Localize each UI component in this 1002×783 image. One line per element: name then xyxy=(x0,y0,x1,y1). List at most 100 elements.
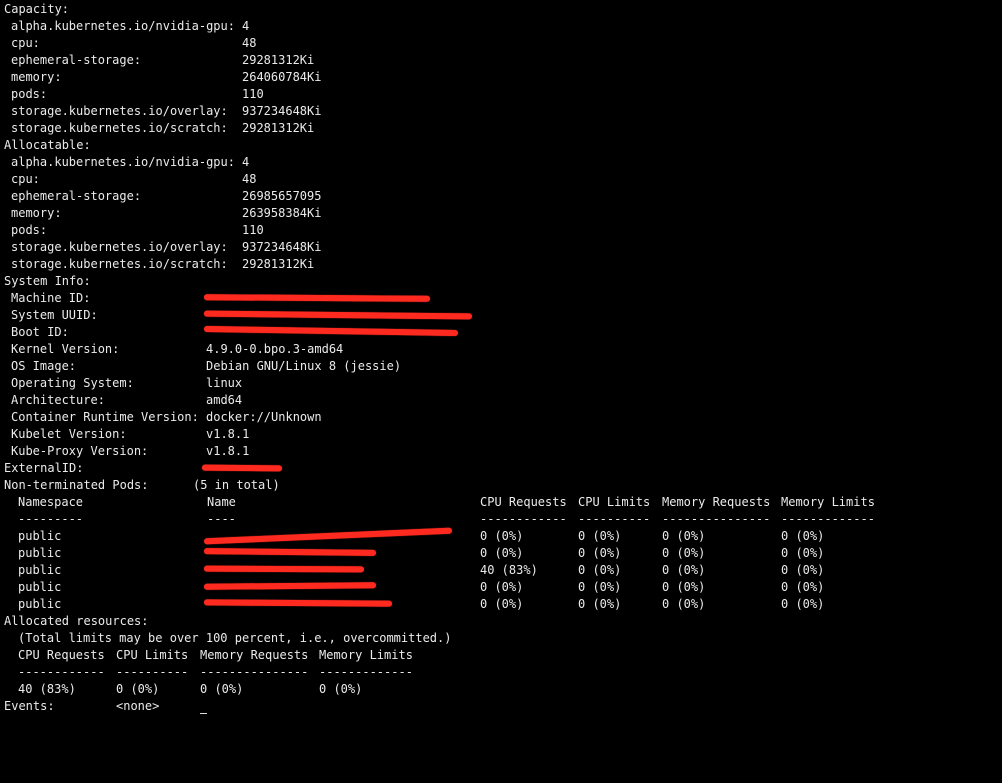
capacity-key: storage.kubernetes.io/scratch: xyxy=(11,121,228,135)
column-underline: ------------- xyxy=(781,512,875,526)
capacity-value: 29281312Ki xyxy=(242,121,315,135)
system-info-value: 4.9.0-0.bpo.3-amd64 xyxy=(206,342,344,356)
redaction-mark xyxy=(203,527,453,545)
pod-memory-requests: 0 (0%) xyxy=(662,580,706,594)
capacity-title: Capacity: xyxy=(4,2,70,16)
column-underline: ------------ xyxy=(18,665,105,679)
allocatable-key: cpu: xyxy=(11,172,40,186)
system-info-key: Container Runtime Version: xyxy=(11,410,199,424)
pod-cpu-requests: 40 (83%) xyxy=(480,563,538,577)
pod-namespace: public xyxy=(18,563,62,577)
pod-cpu-requests: 0 (0%) xyxy=(480,546,524,560)
pod-cpu-requests: 0 (0%) xyxy=(480,529,524,543)
system-info-value: v1.8.1 xyxy=(206,427,250,441)
system-info-value: Debian GNU/Linux 8 (jessie) xyxy=(206,359,402,373)
allocated-cpu-requests: 40 (83%) xyxy=(18,682,76,696)
external-id-key: ExternalID: xyxy=(4,461,84,475)
pods-title: Non-terminated Pods: xyxy=(4,478,149,492)
allocated-table-underline: ------------ ---------- --------------- … xyxy=(18,664,413,681)
allocated-cpu-limits: 0 (0%) xyxy=(116,682,160,696)
pod-memory-limits: 0 (0%) xyxy=(781,563,825,577)
capacity-key: pods: xyxy=(11,87,48,101)
allocated-values-row: 40 (83%) 0 (0%) 0 (0%) 0 (0%) xyxy=(18,681,362,698)
pod-memory-requests: 0 (0%) xyxy=(662,597,706,611)
pod-memory-limits: 0 (0%) xyxy=(781,580,825,594)
allocated-memory-limits: 0 (0%) xyxy=(319,682,363,696)
column-header-memory-limits: Memory Limits xyxy=(781,495,875,509)
column-underline: --------------- xyxy=(200,665,309,679)
redaction-mark xyxy=(203,326,459,336)
system-info-key: OS Image: xyxy=(11,359,77,373)
pod-memory-requests: 0 (0%) xyxy=(662,529,706,543)
capacity-key: storage.kubernetes.io/overlay: xyxy=(11,104,228,118)
column-header-name: Name xyxy=(207,495,236,509)
redaction-mark xyxy=(203,294,431,302)
column-header-cpu-limits: CPU Limits xyxy=(578,495,651,509)
allocatable-value: 110 xyxy=(242,223,264,237)
allocatable-value: 263958384Ki xyxy=(242,206,322,220)
column-underline: ------------ xyxy=(480,512,567,526)
system-info-key: Machine ID: xyxy=(11,291,91,305)
pods-table-underline: --------- ---- ------------ ---------- -… xyxy=(18,511,875,528)
system-info-value: docker://Unknown xyxy=(206,410,322,424)
allocated-note: (Total limits may be over 100 percent, i… xyxy=(18,631,452,645)
column-header-cpu-requests: CPU Requests xyxy=(480,495,567,509)
allocatable-value: 26985657095 xyxy=(242,189,322,203)
table-row: public 0 (0%) 0 (0%) 0 (0%) 0 (0%) xyxy=(18,596,824,613)
system-info-key: System UUID: xyxy=(11,308,98,322)
pod-memory-requests: 0 (0%) xyxy=(662,546,706,560)
capacity-value: 29281312Ki xyxy=(242,53,315,67)
capacity-key: cpu: xyxy=(11,36,40,50)
system-info-title: System Info: xyxy=(4,274,91,288)
system-info-value: v1.8.1 xyxy=(206,444,250,458)
table-row: public 0 (0%) 0 (0%) 0 (0%) 0 (0%) xyxy=(18,545,824,562)
pod-namespace: public xyxy=(18,529,62,543)
pod-cpu-limits: 0 (0%) xyxy=(578,580,622,594)
pod-namespace: public xyxy=(18,546,62,560)
column-underline: --------- xyxy=(18,512,84,526)
allocated-memory-requests: 0 (0%) xyxy=(200,682,244,696)
column-underline: --------------- xyxy=(662,512,771,526)
pod-cpu-requests: 0 (0%) xyxy=(480,580,524,594)
table-row: public 0 (0%) 0 (0%) 0 (0%) 0 (0%) xyxy=(18,528,824,545)
allocated-title: Allocated resources: xyxy=(4,614,149,628)
pod-namespace: public xyxy=(18,597,62,611)
column-header-cpu-requests: CPU Requests xyxy=(18,648,105,662)
allocatable-value: 29281312Ki xyxy=(242,257,315,271)
capacity-value: 110 xyxy=(242,87,264,101)
capacity-key: memory: xyxy=(11,70,62,84)
column-underline: ---------- xyxy=(578,512,651,526)
system-info-value: amd64 xyxy=(206,393,243,407)
capacity-value: 48 xyxy=(242,36,257,50)
capacity-key: alpha.kubernetes.io/nvidia-gpu: xyxy=(11,19,235,33)
allocatable-title: Allocatable: xyxy=(4,138,91,152)
pod-cpu-limits: 0 (0%) xyxy=(578,529,622,543)
allocatable-key: storage.kubernetes.io/overlay: xyxy=(11,240,228,254)
pod-cpu-limits: 0 (0%) xyxy=(578,546,622,560)
allocated-table-header: CPU Requests CPU Limits Memory Requests … xyxy=(18,647,413,664)
column-header-namespace: Namespace xyxy=(18,495,84,509)
capacity-value: 937234648Ki xyxy=(242,104,322,118)
pod-namespace: public xyxy=(18,580,62,594)
system-info-key: Kubelet Version: xyxy=(11,427,127,441)
pod-cpu-limits: 0 (0%) xyxy=(578,563,622,577)
redaction-mark xyxy=(203,548,377,556)
table-row: public 40 (83%) 0 (0%) 0 (0%) 0 (0%) xyxy=(18,562,824,579)
allocatable-value: 937234648Ki xyxy=(242,240,322,254)
system-info-value: linux xyxy=(206,376,243,390)
events-key: Events: xyxy=(4,699,55,713)
allocatable-value: 4 xyxy=(242,155,250,169)
pods-table-header: Namespace Name CPU Requests CPU Limits M… xyxy=(18,494,875,511)
system-info-key: Architecture: xyxy=(11,393,105,407)
terminal-cursor xyxy=(200,713,207,714)
allocatable-key: memory: xyxy=(11,206,62,220)
system-info-key: Kernel Version: xyxy=(11,342,120,356)
system-info-key: Operating System: xyxy=(11,376,134,390)
column-underline: ---------- xyxy=(116,665,189,679)
column-header-memory-requests: Memory Requests xyxy=(662,495,771,509)
events-value: <none> xyxy=(116,699,160,713)
pods-summary: (5 in total) xyxy=(193,478,280,492)
pod-cpu-requests: 0 (0%) xyxy=(480,597,524,611)
pod-cpu-limits: 0 (0%) xyxy=(578,597,622,611)
pod-memory-requests: 0 (0%) xyxy=(662,563,706,577)
